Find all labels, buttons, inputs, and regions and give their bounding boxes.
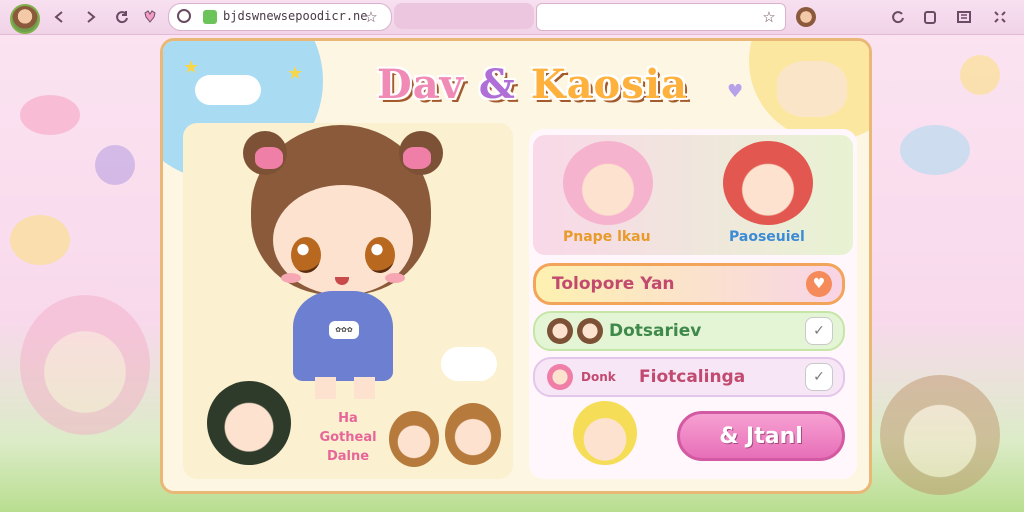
url-text[interactable]: bjdswnewsepoodicr.ne	[223, 9, 368, 23]
menu-icon[interactable]	[990, 7, 1010, 27]
bottom-label-line3: Dalne	[326, 449, 370, 464]
check-icon[interactable]: ✓	[805, 317, 833, 345]
site-info-icon[interactable]	[177, 9, 191, 23]
cloud-icon	[441, 347, 497, 381]
friend-avatar-small[interactable]	[445, 403, 501, 465]
search-star-icon[interactable]: ☆	[759, 7, 779, 27]
friend-select-box: Pnape lkau Paoseuiel	[533, 135, 853, 255]
decor-blob	[900, 125, 970, 175]
friend-avatar-blonde[interactable]	[573, 401, 637, 465]
decor-blob	[10, 215, 70, 265]
sync-icon[interactable]	[888, 7, 908, 27]
friend-label-2[interactable]: Paoseuiel	[729, 229, 805, 245]
decor-blob	[95, 145, 135, 185]
row-avatar	[547, 318, 573, 344]
background-character	[880, 375, 1000, 495]
forward-icon[interactable]	[80, 7, 100, 27]
back-icon[interactable]	[50, 7, 70, 27]
title-word-2: &	[478, 61, 516, 108]
title-word-1: Dav	[377, 61, 464, 108]
star-icon: ★	[183, 57, 200, 78]
friend-avatar-pink[interactable]	[563, 141, 653, 225]
heart-icon[interactable]: ♥	[806, 271, 832, 297]
secure-icon	[203, 10, 217, 24]
search-input[interactable]: ☆	[536, 3, 786, 31]
bottom-label-line2: Gotheal	[319, 430, 377, 445]
mouth	[335, 277, 349, 285]
mascot-icon	[777, 61, 847, 117]
character-legs	[315, 377, 375, 399]
tab-strip[interactable]	[394, 3, 534, 29]
profile-avatar[interactable]	[10, 4, 40, 34]
option-row-1[interactable]: Tolopore Yan ♥	[533, 263, 845, 305]
character-face	[273, 185, 413, 295]
check-icon[interactable]: ✓	[805, 363, 833, 391]
game-card: ★ ★ ♥ Dav & Kaosia ✿✿✿ Ha Gotheal Dalne	[160, 38, 872, 494]
option-label-2: Dotsariev	[609, 321, 702, 341]
option-row-2[interactable]: Dotsariev ✓	[533, 311, 845, 351]
friend-avatar-red[interactable]	[723, 141, 813, 225]
extension-icon[interactable]	[140, 7, 160, 27]
bookmark-star-icon[interactable]: ☆	[361, 7, 381, 27]
option-row-3[interactable]: Donk Fiotcalinga ✓	[533, 357, 845, 397]
eye	[291, 237, 321, 273]
game-title: Dav & Kaosia	[377, 61, 688, 108]
title-word-3: Kaosia	[530, 61, 688, 108]
blush	[281, 273, 301, 283]
friend-avatar-small[interactable]	[389, 411, 439, 467]
bottom-label-line1: Ha	[338, 411, 358, 426]
row-avatar-label: Donk	[581, 370, 616, 384]
background-character	[20, 295, 150, 435]
heart-decor-icon: ♥	[727, 81, 744, 102]
row-avatar	[547, 364, 573, 390]
option-label-3: Fiotcalinga	[639, 367, 746, 387]
decor-blob	[20, 95, 80, 135]
address-bar[interactable]: bjdswnewsepoodicr.ne ☆	[168, 3, 392, 31]
row-avatar	[577, 318, 603, 344]
dress-tag: ✿✿✿	[329, 321, 359, 339]
eye	[365, 237, 395, 273]
cloud-icon	[195, 75, 261, 105]
blush	[385, 273, 405, 283]
bottom-label: Ha Gotheal Dalne	[313, 409, 383, 466]
account-icon[interactable]	[796, 7, 816, 27]
reader-icon[interactable]	[954, 7, 974, 27]
star-icon: ★	[287, 63, 304, 84]
main-character[interactable]: ✿✿✿	[233, 125, 443, 405]
start-button[interactable]: & Jtanl	[677, 411, 845, 461]
browser-toolbar: bjdswnewsepoodicr.ne ☆ ☆	[0, 0, 1024, 35]
clipboard-icon[interactable]	[920, 7, 940, 27]
hair-bow-icon	[255, 147, 283, 169]
friend-avatar-dark-hair[interactable]	[207, 381, 291, 465]
option-label-1: Tolopore Yan	[552, 274, 675, 294]
friend-label-1[interactable]: Pnape lkau	[563, 229, 651, 245]
decor-blob	[960, 55, 1000, 95]
refresh-icon[interactable]	[112, 7, 132, 27]
hair-bow-icon	[403, 147, 431, 169]
